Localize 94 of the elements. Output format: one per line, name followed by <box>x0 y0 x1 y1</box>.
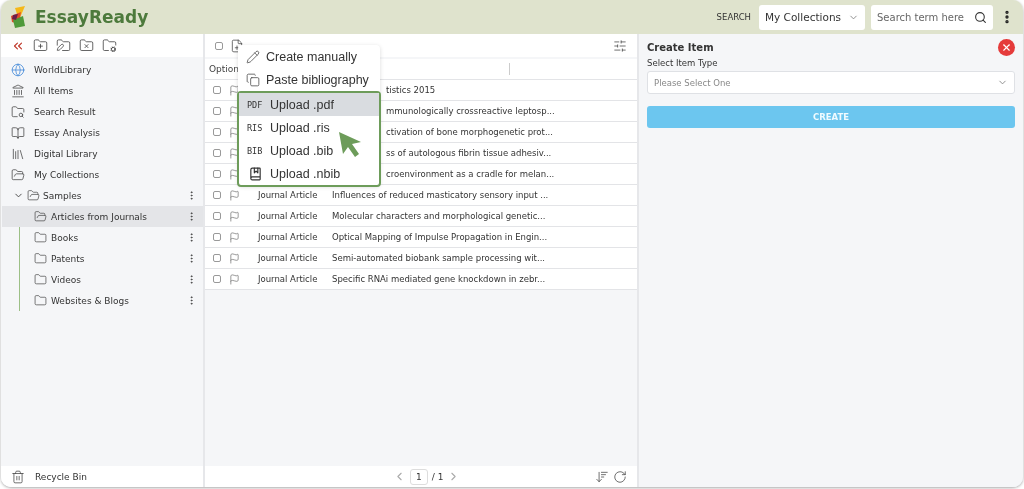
tree-item[interactable]: Articles from Journals <box>2 206 203 227</box>
table-cell: ctivation of bone morphogenetic prot... <box>386 127 553 137</box>
folder-x-icon[interactable] <box>79 38 94 53</box>
library-icon <box>11 146 25 161</box>
close-icon <box>1001 42 1012 53</box>
bank-icon <box>11 83 25 98</box>
sidebar-item[interactable]: WorldLibrary <box>1 59 203 80</box>
table-cell: tistics 2015 <box>386 85 436 95</box>
field-label: Select Item Type <box>647 58 719 68</box>
folder-icon <box>34 231 47 244</box>
tree-item[interactable]: Videos <box>2 269 203 290</box>
folder-icon <box>27 189 40 202</box>
table-cell: Molecular characters and morphological genetic... <box>332 211 546 221</box>
search-label: SEARCH <box>716 12 751 22</box>
sidebar-item[interactable]: Digital Library <box>1 143 203 164</box>
folder-search-icon <box>11 104 25 119</box>
table-cell: Influences of reduced masticatory sensory input ... <box>332 190 549 200</box>
search-field[interactable]: Search term here <box>871 4 993 30</box>
table-cell-text: Journal Article <box>258 190 319 200</box>
book-icon <box>247 166 264 181</box>
folder-icon <box>34 294 47 307</box>
menu-item[interactable]: RIS Upload .ris <box>239 116 379 139</box>
flag-icon[interactable] <box>229 105 240 117</box>
row-checkbox[interactable] <box>213 107 221 115</box>
row-checkbox[interactable] <box>213 170 221 178</box>
table-cell-text: Journal Article <box>258 232 319 242</box>
table-cell: ss of autologous fibrin tissue adhesiv... <box>386 148 552 158</box>
column-header: Option <box>209 64 240 74</box>
row-checkbox[interactable] <box>213 86 221 94</box>
copy-icon <box>246 72 260 87</box>
table-cell: mmunologically crossreactive leptosp... <box>386 106 555 116</box>
row-checkbox[interactable] <box>213 212 221 220</box>
scope-dropdown[interactable]: My Collections <box>759 4 865 30</box>
page-total: / 1 <box>431 471 444 482</box>
row-checkbox[interactable] <box>213 149 221 157</box>
flag-icon[interactable] <box>229 210 240 222</box>
flag-icon[interactable] <box>229 168 240 180</box>
page-field[interactable]: 1 <box>410 468 428 485</box>
menu-item[interactable]: Create manually <box>238 45 380 68</box>
recycle-bin-label[interactable]: Recycle Bin <box>35 471 87 482</box>
tree-item[interactable]: Books <box>2 227 203 248</box>
folder-pen-icon[interactable] <box>56 38 71 53</box>
sidebar-item[interactable]: Search Result <box>1 101 203 122</box>
row-checkbox[interactable] <box>213 233 221 241</box>
row-checkbox[interactable] <box>213 275 221 283</box>
folder-icon <box>34 273 47 286</box>
table-cell: croenvironment as a cradle for melan... <box>386 169 555 179</box>
folder-icon <box>11 167 25 182</box>
select-all-checkbox[interactable] <box>215 41 223 50</box>
flag-icon[interactable] <box>229 273 240 285</box>
cursor-arrow-icon <box>337 130 363 158</box>
flag-icon[interactable] <box>229 147 240 159</box>
search-icon[interactable] <box>974 10 987 24</box>
tree-item[interactable]: Websites & Blogs <box>2 290 203 311</box>
book-icon <box>11 125 25 140</box>
folder-icon <box>34 252 47 265</box>
refresh-icon[interactable] <box>613 469 627 484</box>
table-cell: Specific RNAi mediated gene knockdown in zebr... <box>332 274 546 284</box>
sidebar-item[interactable]: Essay Analysis <box>1 122 203 143</box>
flag-icon[interactable] <box>229 189 240 201</box>
table-cell-text: Journal Article <box>258 274 319 284</box>
filter-icon[interactable] <box>613 38 627 53</box>
row-checkbox[interactable] <box>213 254 221 262</box>
folder-plus-icon[interactable] <box>33 38 48 53</box>
table-cell: Optical Mapping of Impulse Propagation in Engin... <box>332 232 548 242</box>
globe-icon <box>11 62 25 77</box>
table-cell: Semi-automated biobank sample processing wit... <box>332 253 546 263</box>
folder-gear-icon[interactable] <box>102 38 117 53</box>
sidebar-item[interactable]: All Items <box>1 80 203 101</box>
menu-item[interactable]: Upload .nbib <box>239 162 379 185</box>
item-type-dropdown[interactable]: Please Select One <box>647 71 1015 94</box>
flag-icon[interactable] <box>229 84 240 96</box>
app-logo[interactable]: EssayReady <box>35 7 149 27</box>
row-checkbox[interactable] <box>213 128 221 136</box>
flag-icon[interactable] <box>229 126 240 138</box>
row-checkbox[interactable] <box>213 191 221 199</box>
pencil-icon <box>246 49 260 64</box>
menu-item[interactable]: BIB Upload .bib <box>239 139 379 162</box>
panel-title: Create Item <box>647 42 714 53</box>
tree-item[interactable]: Patents <box>2 248 203 269</box>
menu-item[interactable]: Paste bibliography <box>238 68 380 91</box>
flag-icon[interactable] <box>229 252 240 264</box>
logo-icon <box>9 6 27 28</box>
trash-icon[interactable] <box>11 469 25 484</box>
table-cell-text: Journal Article <box>258 253 319 263</box>
table-cell-text: Journal Article <box>258 211 319 221</box>
menu-item[interactable]: PDF Upload .pdf <box>239 93 379 116</box>
folder-icon <box>34 210 47 223</box>
close-button[interactable] <box>998 39 1015 56</box>
flag-icon[interactable] <box>229 231 240 243</box>
sort-icon[interactable] <box>595 469 609 484</box>
add-file-icon[interactable] <box>230 38 244 53</box>
tree-folder[interactable]: Samples <box>1 185 203 206</box>
sidebar-item[interactable]: My Collections <box>1 164 203 185</box>
